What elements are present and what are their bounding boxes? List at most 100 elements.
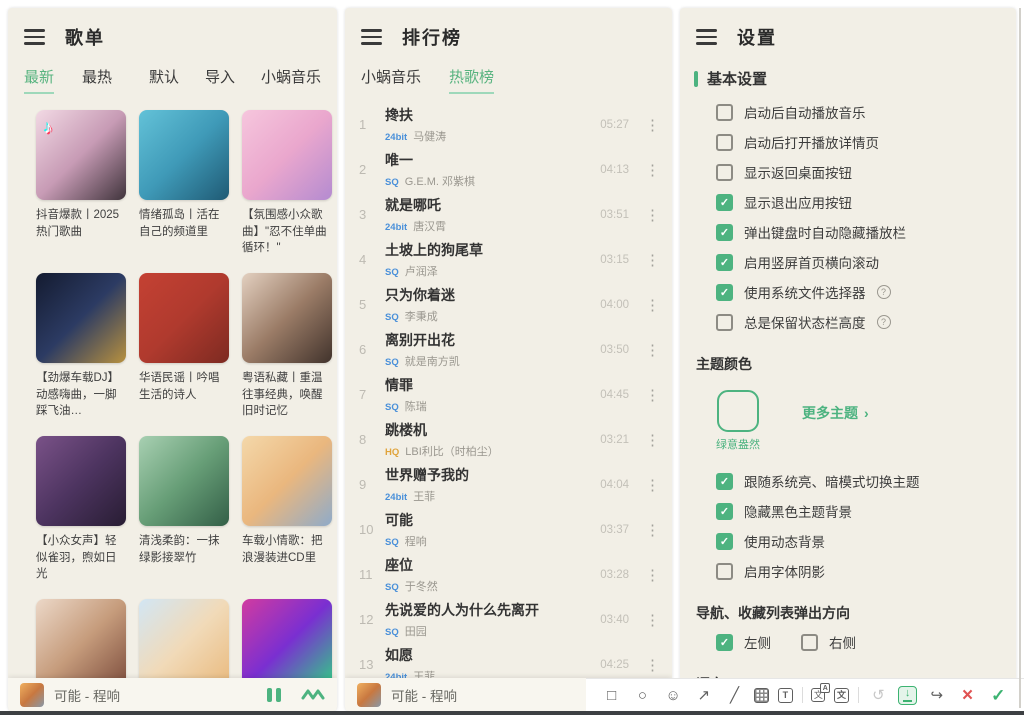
playlist-queue-icon[interactable]	[301, 688, 325, 701]
text-tool-icon[interactable]: T	[777, 687, 793, 703]
checkbox[interactable]	[716, 253, 733, 271]
checkbox[interactable]	[716, 223, 733, 241]
playlist-card[interactable]: 清浅柔韵：一抹绿影接翠竹	[139, 436, 229, 583]
song-row[interactable]: 7 情罪 SQ 陈瑞 04:45 ⋮	[345, 372, 672, 417]
now-playing-title[interactable]: 可能 - 程响	[391, 685, 457, 705]
playlist-cover[interactable]	[139, 599, 229, 690]
playlist-card[interactable]: 粤语私藏丨重温往事经典，唤醒旧时记忆	[242, 273, 332, 420]
option-font-shadow[interactable]: 启用字体阴影	[716, 556, 1016, 586]
playlist-card[interactable]: ♪ 抖音爆款丨2025热门歌曲	[36, 110, 126, 257]
undo-icon[interactable]: ↺	[867, 684, 889, 706]
playlist-cover[interactable]	[242, 110, 332, 200]
playlist-card[interactable]: 【小众女声】轻似雀羽，煦如日光	[36, 436, 126, 583]
option-keep-statusbar-height[interactable]: 总是保留状态栏高度	[716, 307, 1016, 337]
save-icon[interactable]: ↓	[898, 685, 918, 705]
checkbox[interactable]	[716, 133, 733, 151]
song-row[interactable]: 3 就是哪吒 24bit 唐汉霄 03:51 ⋮	[345, 192, 672, 237]
more-options-icon[interactable]: ⋮	[641, 206, 664, 224]
song-row[interactable]: 5 只为你着迷 SQ 李秉成 04:00 ⋮	[345, 282, 672, 327]
playlist-card[interactable]: 【劲爆车载DJ】动感嗨曲，一脚踩飞油…	[36, 273, 126, 420]
option-left-side[interactable]: 左侧	[716, 627, 771, 657]
checkbox[interactable]	[801, 633, 818, 651]
more-options-icon[interactable]: ⋮	[641, 611, 664, 629]
playlist-card[interactable]: 华语民谣丨吟唱生活的诗人	[139, 273, 229, 420]
option-right-side[interactable]: 右侧	[801, 627, 856, 657]
action-snail-music[interactable]: 小蜗音乐	[261, 66, 321, 87]
pause-icon[interactable]	[267, 687, 281, 702]
option-follow-system-theme[interactable]: 跟随系统亮、暗模式切换主题	[716, 466, 1016, 496]
more-options-icon[interactable]: ⋮	[641, 431, 664, 449]
tab-snail-music[interactable]: 小蜗音乐	[361, 66, 421, 94]
tab-hot-songs[interactable]: 热歌榜	[449, 66, 495, 94]
checkbox[interactable]	[716, 163, 733, 181]
option-dynamic-background[interactable]: 使用动态背景	[716, 526, 1016, 556]
mosaic-tool-icon[interactable]	[754, 687, 770, 703]
more-options-icon[interactable]: ⋮	[641, 161, 664, 179]
more-options-icon[interactable]: ⋮	[641, 386, 664, 404]
song-row[interactable]: 4 土坡上的狗尾草 SQ 卢润泽 03:15 ⋮	[345, 237, 672, 282]
option-hide-black-theme-bg[interactable]: 隐藏黑色主题背景	[716, 496, 1016, 526]
arrow-tool-icon[interactable]: ↗	[693, 684, 715, 706]
playlist-cover[interactable]	[36, 599, 126, 690]
option-horizontal-scroll-home[interactable]: 启用竖屏首页横向滚动	[716, 247, 1016, 277]
playlist-card[interactable]: 车载小情歌：把浪漫装进CD里	[242, 436, 332, 583]
ellipse-tool-icon[interactable]: ○	[631, 684, 653, 706]
pen-tool-icon[interactable]: ╱	[724, 684, 746, 706]
song-row[interactable]: 1 搀扶 24bit 马健涛 05:27 ⋮	[345, 102, 672, 147]
translate-tool-icon[interactable]: 文 A	[811, 683, 831, 702]
now-playing-art[interactable]	[20, 682, 44, 707]
mini-player[interactable]: 可能 - 程响	[8, 678, 337, 711]
checkbox[interactable]	[716, 532, 733, 550]
checkbox[interactable]	[716, 313, 733, 331]
playlist-cover[interactable]	[242, 273, 332, 364]
theme-swatch-green[interactable]: 绿意盎然	[716, 390, 760, 452]
playlist-cover[interactable]	[242, 436, 332, 527]
option-system-file-picker[interactable]: 使用系统文件选择器	[716, 277, 1016, 307]
action-default[interactable]: 默认	[149, 66, 179, 87]
more-options-icon[interactable]: ⋮	[641, 116, 664, 134]
checkbox[interactable]	[716, 103, 733, 121]
menu-icon[interactable]	[696, 29, 717, 45]
option-hide-playbar-on-keyboard[interactable]: 弹出键盘时自动隐藏播放栏	[716, 217, 1016, 247]
help-icon[interactable]	[876, 285, 891, 299]
ocr-tool-icon[interactable]: 文	[834, 687, 850, 703]
more-options-icon[interactable]: ⋮	[641, 251, 664, 269]
option-show-home-button[interactable]: 显示返回桌面按钮	[716, 157, 1016, 187]
checkbox[interactable]	[716, 193, 733, 211]
playlist-cover[interactable]	[36, 436, 126, 527]
checkbox[interactable]	[716, 502, 733, 520]
menu-icon[interactable]	[361, 29, 382, 45]
emoji-sticker-tool-icon[interactable]: ☺	[662, 684, 684, 706]
playlist-cover[interactable]	[139, 110, 229, 200]
rectangle-tool-icon[interactable]: □	[601, 684, 623, 706]
tab-hottest[interactable]: 最热	[82, 66, 112, 94]
checkbox[interactable]	[716, 562, 733, 580]
now-playing-art[interactable]	[357, 682, 381, 707]
more-themes-link[interactable]: 更多主题 ›	[802, 403, 869, 423]
now-playing-title[interactable]: 可能 - 程响	[54, 685, 120, 705]
tab-newest[interactable]: 最新	[24, 66, 55, 94]
menu-icon[interactable]	[24, 29, 45, 45]
more-options-icon[interactable]: ⋮	[641, 656, 664, 674]
playlist-card[interactable]: 【氛围感小众歌曲】"忍不住单曲循环！"	[242, 110, 332, 257]
playlist-cover[interactable]	[36, 273, 126, 364]
checkbox[interactable]	[716, 472, 733, 490]
more-options-icon[interactable]: ⋮	[641, 521, 664, 539]
more-options-icon[interactable]: ⋮	[641, 296, 664, 314]
more-options-icon[interactable]: ⋮	[641, 341, 664, 359]
song-row[interactable]: 11 座位 SQ 于冬然 03:28 ⋮	[345, 552, 672, 597]
action-import[interactable]: 导入	[205, 66, 235, 87]
checkbox[interactable]	[716, 283, 733, 301]
song-row[interactable]: 12 先说爱的人为什么先离开 SQ 田园 03:40 ⋮	[345, 597, 672, 642]
checkbox[interactable]	[716, 633, 733, 651]
cancel-icon[interactable]: ×	[957, 684, 979, 706]
song-row[interactable]: 6 离别开出花 SQ 就是南方凯 03:50 ⋮	[345, 327, 672, 372]
help-icon[interactable]	[876, 315, 891, 329]
song-row[interactable]: 2 唯一 SQ G.E.M. 邓紫棋 04:13 ⋮	[345, 147, 672, 192]
playlist-cover[interactable]	[139, 273, 229, 364]
playlist-cover[interactable]	[242, 599, 332, 690]
option-open-player-on-launch[interactable]: 启动后打开播放详情页	[716, 127, 1016, 157]
more-options-icon[interactable]: ⋮	[641, 476, 664, 494]
playlist-card[interactable]: 情绪孤岛丨活在自己的频道里	[139, 110, 229, 257]
song-row[interactable]: 8 跳楼机 HQ LBI利比（时柏尘） 03:21 ⋮	[345, 417, 672, 462]
